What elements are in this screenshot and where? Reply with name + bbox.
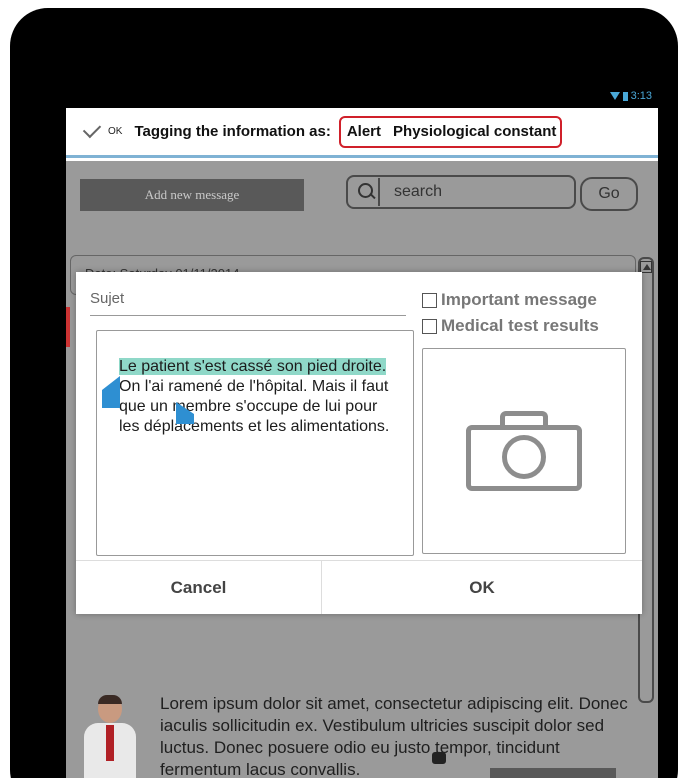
message-text: Lorem ipsum dolor sit amet, consectetur … (160, 694, 628, 778)
body-text: On l'ai ramené de l'hôpital. Mais il fau… (119, 378, 390, 435)
check-icon (82, 119, 102, 138)
selected-text: Le patient s'est cassé son pied droite. (119, 358, 387, 375)
medical-test-results-checkbox[interactable]: Medical test results (422, 316, 599, 336)
selection-end-handle[interactable] (176, 402, 194, 424)
selection-start-handle[interactable] (102, 376, 120, 408)
go-button[interactable]: Go (580, 177, 638, 211)
status-bar: 3:13 (66, 86, 658, 108)
new-message-dialog: Sujet Important message Medical test res… (76, 272, 642, 614)
important-message-checkbox[interactable]: Important message (422, 290, 597, 310)
search-field[interactable]: search (346, 175, 576, 209)
battery-icon (622, 91, 628, 101)
dialog-buttons: Cancel OK (76, 560, 642, 614)
message-card: Lorem ipsum dolor sit amet, consectetur … (76, 681, 628, 778)
medical-test-results-label: Medical test results (441, 316, 599, 335)
tag-physiological-constant[interactable]: Physiological constant (393, 123, 556, 140)
add-new-message-button[interactable]: Add new message (80, 179, 304, 211)
screen: 3:13 OK Tagging the information as: Aler… (66, 86, 658, 778)
confirm-tag-label: OK (108, 126, 123, 137)
wifi-icon (609, 92, 620, 100)
like-icon[interactable] (432, 752, 446, 764)
cancel-button[interactable]: Cancel (76, 561, 322, 614)
reply-button[interactable]: Reply (490, 768, 616, 778)
search-icon[interactable] (352, 178, 380, 206)
subject-input[interactable]: Sujet (90, 288, 406, 316)
search-input[interactable]: search (394, 183, 442, 201)
ok-button[interactable]: OK (322, 561, 642, 614)
tag-alert[interactable]: Alert (347, 123, 381, 140)
avatar (84, 695, 136, 778)
attach-photo-button[interactable] (422, 348, 626, 554)
unread-marker (66, 307, 70, 347)
tagging-label: Tagging the information as: (134, 123, 331, 140)
tablet-bezel: 3:13 OK Tagging the information as: Aler… (10, 8, 678, 778)
important-message-label: Important message (441, 290, 597, 309)
selected-tags[interactable]: Alert Physiological constant (338, 115, 563, 148)
checkbox-icon[interactable] (422, 318, 437, 334)
tagging-bar: OK Tagging the information as: Alert Phy… (66, 108, 658, 158)
status-icons: 3:13 (609, 90, 652, 102)
status-time: 3:13 (630, 90, 652, 102)
message-body-textarea[interactable]: Le patient s'est cassé son pied droite. … (96, 330, 414, 556)
camera-icon (466, 411, 582, 491)
confirm-tag-button[interactable]: OK (82, 119, 123, 138)
checkbox-icon[interactable] (422, 292, 437, 308)
